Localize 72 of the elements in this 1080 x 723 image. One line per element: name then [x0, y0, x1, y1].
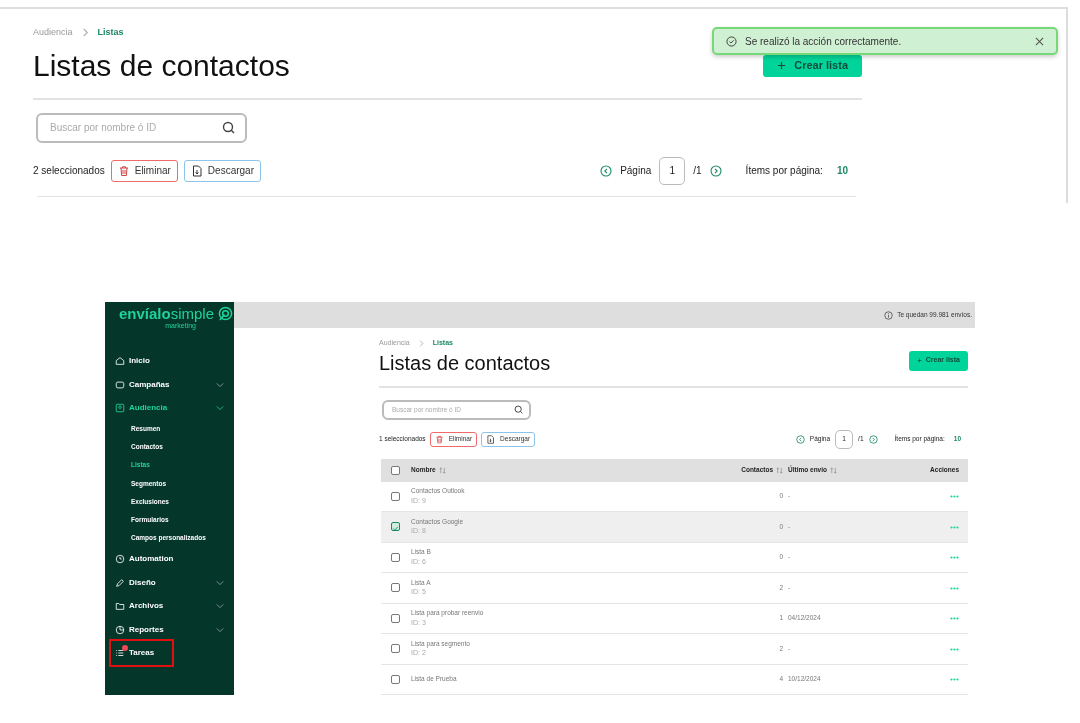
sidebar-item[interactable]: Reportes: [105, 617, 234, 642]
previous-page-icon[interactable]: [600, 164, 613, 177]
selection-count: 2 seleccionados: [33, 164, 105, 178]
search-icon[interactable]: [514, 405, 523, 414]
page-total: /1: [693, 164, 702, 178]
row-checkbox[interactable]: [391, 613, 400, 623]
page-label: Página: [620, 164, 652, 178]
search-box[interactable]: Buscar por nombre ó ID: [36, 112, 247, 143]
sidebar-item[interactable]: Diseño: [105, 570, 234, 595]
row-checkbox[interactable]: [391, 583, 400, 593]
trash-icon: [117, 164, 130, 177]
search-field[interactable]: Buscar por nombre ó ID: [48, 119, 222, 136]
more-icon[interactable]: [950, 586, 959, 590]
sidebar-item[interactable]: Audiencia: [105, 396, 234, 420]
more-icon[interactable]: [950, 556, 959, 560]
plus-icon: [777, 61, 787, 70]
chevron-down-icon[interactable]: [216, 625, 224, 634]
more-icon[interactable]: [950, 495, 959, 499]
download-button[interactable]: Descargar: [183, 159, 261, 182]
row-checkbox[interactable]: [391, 522, 400, 532]
close-icon[interactable]: [1035, 36, 1044, 46]
page-title: Listas de contactos: [379, 352, 551, 373]
chevron-down-icon[interactable]: [216, 602, 224, 611]
check-icon: [392, 525, 399, 533]
sort-icon[interactable]: [830, 466, 837, 474]
more-icon[interactable]: [950, 525, 959, 529]
contact-card-icon: [115, 403, 125, 414]
toast-message: Se realizó la acción correctamente.: [745, 34, 903, 49]
search-icon[interactable]: [222, 121, 235, 134]
per-page-label: Ítems por página:: [745, 163, 823, 178]
row-checkbox[interactable]: [391, 644, 400, 654]
chevron-down-icon[interactable]: [216, 578, 224, 587]
sidebar-item[interactable]: Automation: [105, 547, 234, 571]
home-icon: [115, 356, 125, 367]
next-page-icon[interactable]: [709, 164, 722, 177]
sidebar-item[interactable]: Tareas: [111, 641, 172, 665]
row-checkbox[interactable]: [391, 674, 400, 684]
list-icon: [115, 648, 125, 659]
row-checkbox[interactable]: [391, 491, 400, 501]
breadcrumb-current[interactable]: Listas: [97, 26, 124, 40]
sort-icon[interactable]: [776, 466, 783, 474]
info-icon: [884, 310, 894, 320]
sidebar-item[interactable]: Inicio: [105, 349, 234, 373]
pencil-icon: [115, 577, 125, 588]
delete-button[interactable]: Eliminar: [110, 159, 178, 182]
trash-icon: [434, 434, 444, 444]
create-list-button[interactable]: Crear lista: [763, 54, 862, 77]
more-icon[interactable]: [950, 678, 959, 682]
more-icon[interactable]: [950, 647, 959, 651]
folder-icon: [115, 601, 125, 612]
chevron-down-icon[interactable]: [216, 380, 224, 389]
row-checkbox[interactable]: [391, 552, 400, 562]
logo-icon: [218, 306, 234, 321]
clock-icon: [115, 554, 125, 565]
plus-icon: [916, 358, 922, 363]
pie-chart-icon: [115, 624, 125, 635]
sidebar-item[interactable]: Campañas: [105, 373, 234, 397]
download-icon: [486, 434, 496, 444]
page-number-field[interactable]: 1: [659, 156, 686, 185]
check-circle-icon: [726, 35, 737, 47]
next-page-icon[interactable]: [868, 434, 878, 444]
download-icon: [190, 164, 203, 177]
more-icon[interactable]: [950, 617, 959, 621]
per-page-select[interactable]: 10: [836, 163, 848, 178]
chevron-right-icon: [80, 28, 90, 38]
sidebar-item[interactable]: Archivos: [105, 594, 234, 618]
previous-page-icon[interactable]: [795, 434, 805, 444]
sort-icon[interactable]: [438, 466, 446, 474]
page-title: Listas de contactos: [33, 50, 290, 81]
chevron-down-icon[interactable]: [216, 404, 224, 413]
select-all-checkbox[interactable]: [391, 465, 400, 475]
chevron-right-icon: [417, 339, 425, 347]
